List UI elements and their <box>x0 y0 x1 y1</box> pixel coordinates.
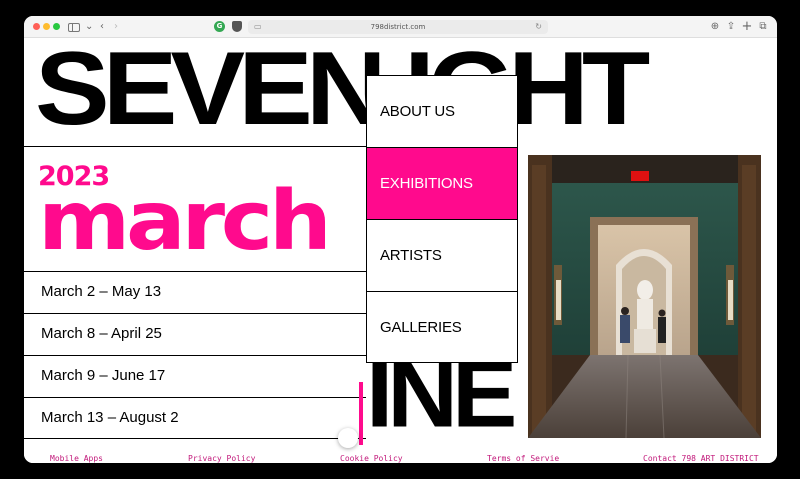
footer-link-terms[interactable]: Terms of Servie <box>487 454 559 463</box>
nav-galleries[interactable]: GALLERIES <box>366 291 518 363</box>
reload-icon[interactable]: ↻ <box>535 20 542 34</box>
gallery-photo <box>528 155 761 438</box>
date-row[interactable]: March 9 – June 17 <box>24 355 366 397</box>
shield-extension-icon[interactable] <box>232 21 242 32</box>
download-icon[interactable]: ⊕ <box>709 20 721 34</box>
footer: Mobile Apps Privacy Policy Cookie Policy… <box>24 454 777 463</box>
page-icon: ▭ <box>254 22 262 31</box>
date-row[interactable]: March 13 – August 2 <box>24 397 366 439</box>
close-window-button[interactable] <box>33 23 40 30</box>
minimize-window-button[interactable] <box>43 23 50 30</box>
footer-link-privacy-policy[interactable]: Privacy Policy <box>188 454 255 463</box>
cursor-indicator <box>338 428 358 448</box>
main-nav: ABOUT US EXHIBITIONS ARTISTS GALLERIES <box>366 75 518 363</box>
back-arrow-icon[interactable]: ‹ <box>97 20 107 34</box>
hero-title-top: SEVEN IGHT <box>35 38 650 147</box>
date-list: March 2 – May 13 March 8 – April 25 Marc… <box>24 271 366 439</box>
exhibition-calendar: 2023 march March 2 – May 13 March 8 – Ap… <box>24 146 366 448</box>
footer-link-contact[interactable]: Contact 798 ART DISTRICT <box>643 454 759 463</box>
nav-exhibitions[interactable]: EXHIBITIONS <box>366 147 518 219</box>
browser-toolbar: ⌄ ‹ › G ▭ 798district.com ↻ ⊕ ⇪ + ⧉ <box>24 16 777 38</box>
zoom-window-button[interactable] <box>53 23 60 30</box>
web-page: SEVEN IGHT INE 2023 march March 2 – May … <box>24 38 777 463</box>
tab-overview-icon[interactable]: ⧉ <box>757 20 769 34</box>
address-bar[interactable]: ▭ 798district.com ↻ <box>248 20 548 34</box>
address-url: 798district.com <box>370 23 426 31</box>
scroll-indicator[interactable] <box>359 382 363 445</box>
nav-artists[interactable]: ARTISTS <box>366 219 518 291</box>
footer-link-mobile-apps[interactable]: Mobile Apps <box>50 454 103 463</box>
chevron-down-icon[interactable]: ⌄ <box>85 20 93 34</box>
share-icon[interactable]: ⇪ <box>725 20 737 34</box>
forward-arrow-icon[interactable]: › <box>111 20 121 34</box>
browser-window: ⌄ ‹ › G ▭ 798district.com ↻ ⊕ ⇪ + ⧉ SEVE… <box>24 16 777 463</box>
sidebar-toggle-icon[interactable] <box>68 23 80 32</box>
nav-about-us[interactable]: ABOUT US <box>366 75 518 147</box>
date-row[interactable]: March 2 – May 13 <box>24 271 366 313</box>
date-row[interactable]: March 8 – April 25 <box>24 313 366 355</box>
grammar-extension-icon[interactable]: G <box>214 21 225 32</box>
new-tab-icon[interactable]: + <box>741 20 753 34</box>
footer-link-cookie-policy[interactable]: Cookie Policy <box>340 454 403 463</box>
event-month: march <box>38 174 332 269</box>
